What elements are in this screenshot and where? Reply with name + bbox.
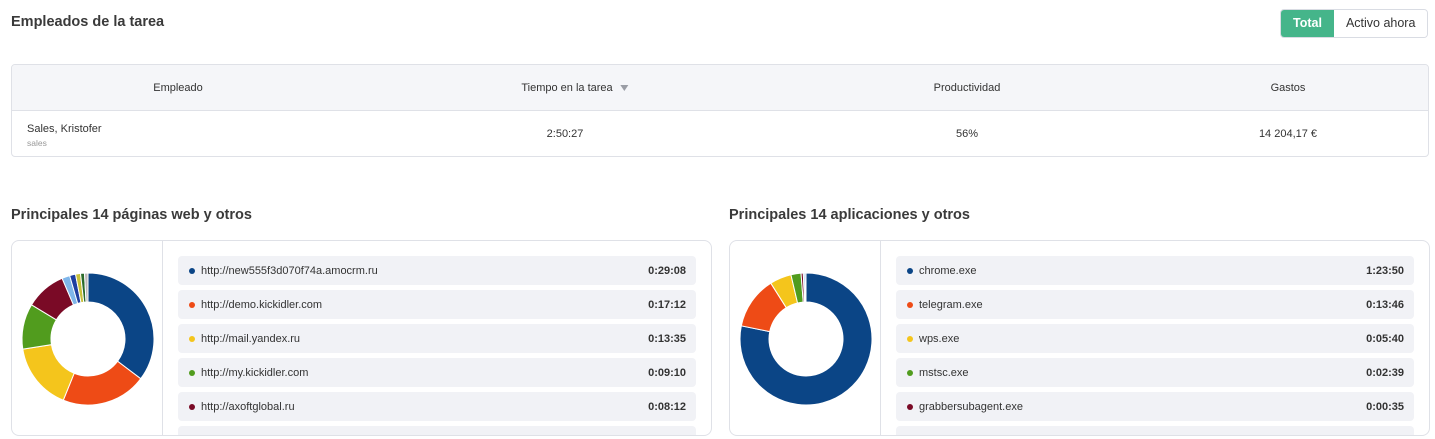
apps-chart-area — [730, 241, 881, 435]
list-item[interactable]: http://new555f3d070f74a.amocrm.ru 0:29:08 — [178, 256, 696, 285]
list-item[interactable]: grabbersubagent.exe 0:00:35 — [896, 392, 1414, 421]
active-now-toggle-button[interactable]: Activo ahora — [1333, 10, 1428, 37]
websites-card: http://new555f3d070f74a.amocrm.ru 0:29:08… — [11, 240, 712, 436]
apps-donut-chart — [739, 272, 873, 406]
list-item-time: 0:02:39 — [1366, 366, 1404, 379]
table-row[interactable]: Sales, Kristofer sales 2:50:27 56% 14 20… — [12, 111, 1428, 156]
list-item-label: mstsc.exe — [919, 366, 969, 379]
list-item-label: http://mail.yandex.ru — [201, 332, 301, 345]
view-toggle: Total Activo ahora — [1280, 9, 1429, 38]
donut-slice[interactable] — [804, 272, 807, 303]
websites-section-title: Principales 14 páginas web y otros — [11, 207, 252, 223]
list-item-label: http://demo.kickidler.com — [201, 298, 323, 311]
employee-expenses: 14 204,17 € — [1258, 128, 1318, 140]
column-header-time-label: Tiempo en la tarea — [521, 82, 613, 94]
legend-dot-icon — [907, 267, 913, 274]
legend-dot-icon — [189, 335, 195, 342]
employee-group: sales — [27, 138, 47, 148]
list-item[interactable] — [178, 426, 696, 435]
list-item-time: 0:08:12 — [648, 400, 686, 413]
legend-dot-icon — [189, 369, 195, 376]
list-item[interactable]: mstsc.exe 0:02:39 — [896, 358, 1414, 387]
table-header: Empleado Tiempo en la tarea Productivida… — [12, 65, 1428, 111]
list-item[interactable]: http://my.kickidler.com 0:09:10 — [178, 358, 696, 387]
apps-list: chrome.exe 1:23:50 telegram.exe 0:13:46 wps.… — [896, 256, 1414, 435]
legend-dot-icon — [189, 403, 195, 410]
list-item-time: 0:00:35 — [1366, 400, 1404, 413]
employee-time: 2:50:27 — [546, 128, 584, 140]
list-item-label: telegram.exe — [919, 298, 983, 311]
legend-dot-icon — [907, 335, 913, 342]
websites-list: http://new555f3d070f74a.amocrm.ru 0:29:08… — [178, 256, 696, 435]
list-item-label: wps.exe — [919, 332, 960, 345]
websites-chart-area — [12, 241, 163, 435]
list-item[interactable]: wps.exe 0:05:40 — [896, 324, 1414, 353]
legend-dot-icon — [189, 267, 195, 274]
list-item[interactable]: telegram.exe 0:13:46 — [896, 290, 1414, 319]
legend-dot-icon — [907, 301, 913, 308]
list-item-time: 0:13:46 — [1366, 298, 1404, 311]
column-header-employee[interactable]: Empleado — [153, 65, 203, 111]
list-item-time: 0:17:12 — [648, 298, 686, 311]
employee-name[interactable]: Sales, Kristofer — [27, 123, 102, 135]
column-header-productivity[interactable]: Productividad — [934, 65, 1001, 111]
apps-card: chrome.exe 1:23:50 telegram.exe 0:13:46 wps.… — [729, 240, 1430, 436]
list-item[interactable]: http://demo.kickidler.com 0:17:12 — [178, 290, 696, 319]
list-item-label: http://my.kickidler.com — [201, 366, 309, 379]
list-item-label: grabbersubagent.exe — [919, 400, 1023, 413]
list-item-time: 0:29:08 — [648, 264, 686, 277]
list-item[interactable] — [896, 426, 1414, 435]
sort-desc-icon — [620, 85, 629, 92]
list-item[interactable]: chrome.exe 1:23:50 — [896, 256, 1414, 285]
list-item-label: chrome.exe — [919, 264, 977, 277]
legend-dot-icon — [907, 403, 913, 410]
websites-donut-chart — [21, 272, 155, 406]
donut-slice[interactable] — [87, 272, 155, 380]
list-item-time: 0:05:40 — [1366, 332, 1404, 345]
employees-table: Empleado Tiempo en la tarea Productivida… — [11, 64, 1429, 157]
column-header-expenses[interactable]: Gastos — [1271, 65, 1306, 111]
list-item-time: 0:13:35 — [648, 332, 686, 345]
list-item-label: http://axoftglobal.ru — [201, 400, 295, 413]
page-title: Empleados de la tarea — [11, 14, 165, 30]
employee-productivity: 56% — [955, 128, 979, 140]
donut-slice[interactable] — [22, 344, 75, 401]
list-item-time: 1:23:50 — [1366, 264, 1404, 277]
apps-section-title: Principales 14 aplicaciones y otros — [729, 207, 970, 223]
total-toggle-button[interactable]: Total — [1281, 10, 1334, 37]
list-item-time: 0:09:10 — [648, 366, 686, 379]
legend-dot-icon — [189, 301, 195, 308]
list-item[interactable]: http://mail.yandex.ru 0:13:35 — [178, 324, 696, 353]
legend-dot-icon — [907, 369, 913, 376]
column-header-time[interactable]: Tiempo en la tarea — [521, 65, 629, 111]
list-item[interactable]: http://axoftglobal.ru 0:08:12 — [178, 392, 696, 421]
list-item-label: http://new555f3d070f74a.amocrm.ru — [201, 264, 378, 277]
